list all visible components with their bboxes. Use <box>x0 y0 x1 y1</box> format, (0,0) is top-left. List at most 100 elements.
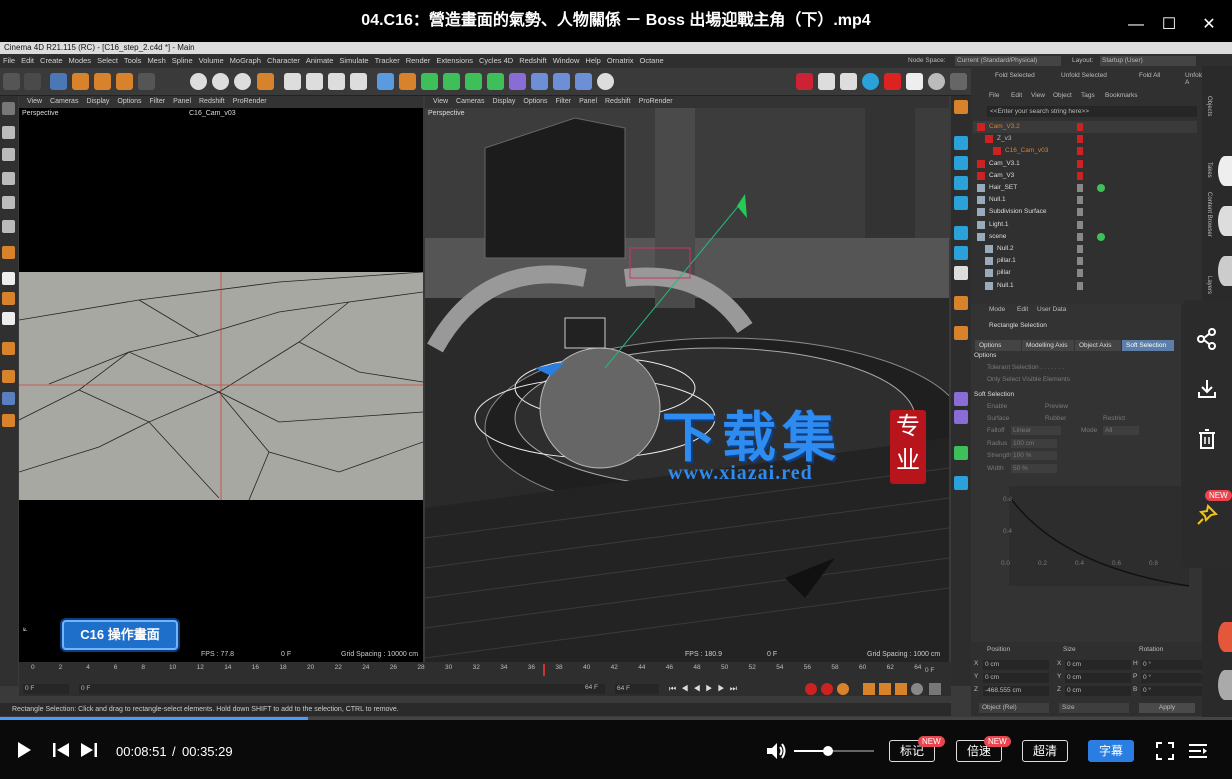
pen-icon[interactable] <box>399 73 416 90</box>
rs-icon-7[interactable] <box>954 246 968 260</box>
max-frame-field[interactable]: 64 F <box>615 684 659 694</box>
object-row[interactable]: scene <box>973 231 1197 243</box>
close-button[interactable]: ✕ <box>1198 14 1220 36</box>
vp-left-menu-display[interactable]: Display <box>82 98 113 105</box>
objmgr-menu-object[interactable]: Object <box>1053 92 1072 99</box>
visibility-dots[interactable] <box>1077 159 1083 168</box>
menu-extensions[interactable]: Extensions <box>433 54 476 68</box>
rotate-tool-icon[interactable] <box>116 73 133 90</box>
tab-object-axis[interactable]: Object Axis <box>1075 340 1121 351</box>
coordinate-system-icon[interactable] <box>257 73 274 90</box>
z-axis-icon[interactable] <box>234 73 251 90</box>
objmgr-menu-bookmarks[interactable]: Bookmarks <box>1105 92 1138 99</box>
object-search-input[interactable]: <<Enter your search string here>> <box>987 106 1197 117</box>
visibility-dots[interactable] <box>1077 281 1083 290</box>
vp-right-menu-options[interactable]: Options <box>519 98 551 105</box>
texture-mode-icon[interactable] <box>2 148 15 161</box>
layout-dropdown[interactable]: Startup (User) <box>1100 56 1196 66</box>
subdivision-icon[interactable] <box>421 73 438 90</box>
object-row[interactable]: Null.2 <box>973 243 1197 255</box>
x-axis-icon[interactable] <box>190 73 207 90</box>
snap-s1-icon[interactable] <box>2 272 15 285</box>
visibility-dots[interactable] <box>1077 245 1083 253</box>
render-picture-viewer-icon[interactable] <box>306 73 323 90</box>
viewport-left[interactable]: View Cameras Display Options Filter Panel Reds… <box>19 96 423 662</box>
volume-icon[interactable] <box>766 742 788 765</box>
rs-icon-9[interactable] <box>954 296 968 310</box>
falloff-curve-graph[interactable] <box>989 486 1189 606</box>
workplane-icon[interactable] <box>2 370 15 383</box>
menu-file[interactable]: File <box>0 54 18 68</box>
share-icon[interactable] <box>1195 328 1219 352</box>
cloner-icon[interactable] <box>465 73 482 90</box>
coord-value-field[interactable]: 0 cm <box>1065 673 1131 683</box>
tab-soft-selection[interactable]: Soft Selection <box>1122 340 1174 351</box>
redshift-sky-icon[interactable] <box>928 73 945 90</box>
menu-redshift[interactable]: Redshift <box>516 54 550 68</box>
object-rel-dropdown[interactable]: Object (Rel) <box>979 703 1049 713</box>
object-row[interactable]: Subdivision Surface <box>973 206 1197 218</box>
rs-icon-5[interactable] <box>954 196 968 210</box>
unfold-selected-button[interactable]: Unfold Selected <box>1061 72 1107 79</box>
points-mode-icon[interactable] <box>2 172 15 185</box>
render-settings-icon[interactable] <box>328 73 345 90</box>
subtitle-button[interactable]: 字幕 <box>1088 740 1134 762</box>
rs-icon-10[interactable] <box>954 326 968 340</box>
locked-workplane-icon[interactable] <box>2 414 15 427</box>
timeline[interactable]: 0 2 4 6 8 10 12 14 16 18 20 22 24 26 28 30 32 34 36 38 40 42 4… <box>19 662 951 696</box>
menu-edit[interactable]: Edit <box>18 54 37 68</box>
array-icon[interactable] <box>443 73 460 90</box>
visibility-dots[interactable] <box>1077 171 1083 180</box>
key-pla-icon[interactable] <box>929 683 941 695</box>
make-editable-icon[interactable] <box>2 102 15 115</box>
vp-right-menu-view[interactable]: View <box>429 98 452 105</box>
move-tool-icon[interactable] <box>72 73 89 90</box>
side-tab-takes[interactable]: Takes <box>1202 162 1212 192</box>
vp-left-menu-panel[interactable]: Panel <box>169 98 195 105</box>
side-tab-content-browser[interactable]: Content Browser <box>1202 192 1212 272</box>
objmgr-menu-file[interactable]: File <box>989 92 999 99</box>
deformer-icon[interactable] <box>509 73 526 90</box>
vp-right-menu-cameras[interactable]: Cameras <box>452 98 488 105</box>
menu-render[interactable]: Render <box>403 54 434 68</box>
coord-value-field[interactable]: -468.555 cm <box>983 686 1049 696</box>
visibility-dots[interactable] <box>1077 208 1083 217</box>
menu-animate[interactable]: Animate <box>303 54 337 68</box>
coord-value-field[interactable]: 0 ° <box>1141 660 1207 670</box>
material-preview-1[interactable] <box>1218 156 1232 186</box>
vp-right-menu-filter[interactable]: Filter <box>552 98 576 105</box>
light-icon[interactable] <box>597 73 614 90</box>
visibility-dots[interactable] <box>1077 196 1083 205</box>
object-row[interactable]: Null.1 <box>973 194 1197 206</box>
playlist-icon[interactable] <box>1188 742 1208 765</box>
render-view-icon[interactable] <box>284 73 301 90</box>
mode-dropdown[interactable]: All <box>1103 426 1139 435</box>
vp-left-menu-options[interactable]: Options <box>113 98 145 105</box>
key-position-icon[interactable] <box>863 683 875 695</box>
grid-icon[interactable] <box>2 392 15 405</box>
volume-knob[interactable] <box>823 746 833 756</box>
size-mode-dropdown[interactable]: Size <box>1059 703 1129 713</box>
falloff-dropdown[interactable]: Linear <box>1011 426 1061 435</box>
visibility-dots[interactable] <box>1077 147 1083 156</box>
menu-help[interactable]: Help <box>582 54 603 68</box>
menu-mesh[interactable]: Mesh <box>144 54 168 68</box>
play-icon[interactable] <box>16 741 32 764</box>
maximize-button[interactable]: ☐ <box>1158 14 1180 36</box>
record-icon[interactable] <box>805 683 817 695</box>
object-row[interactable]: pillar.1 <box>973 255 1197 267</box>
minimize-button[interactable]: — <box>1125 14 1147 36</box>
visibility-dots[interactable] <box>1077 135 1083 144</box>
start-frame-field[interactable]: 0 F <box>23 684 69 694</box>
menu-tools[interactable]: Tools <box>121 54 145 68</box>
key-scale-icon[interactable] <box>879 683 891 695</box>
recent-tool-icon[interactable] <box>138 73 155 90</box>
pin-icon[interactable] <box>1195 503 1219 528</box>
rs-icon-13[interactable] <box>954 446 968 460</box>
object-row[interactable]: Cam_V3 <box>973 170 1197 182</box>
fracture-icon[interactable] <box>487 73 504 90</box>
rs-icon-14[interactable] <box>954 476 968 490</box>
edges-mode-icon[interactable] <box>2 196 15 209</box>
axis-mode-icon[interactable] <box>2 246 15 259</box>
vp-left-menu-cameras[interactable]: Cameras <box>46 98 82 105</box>
